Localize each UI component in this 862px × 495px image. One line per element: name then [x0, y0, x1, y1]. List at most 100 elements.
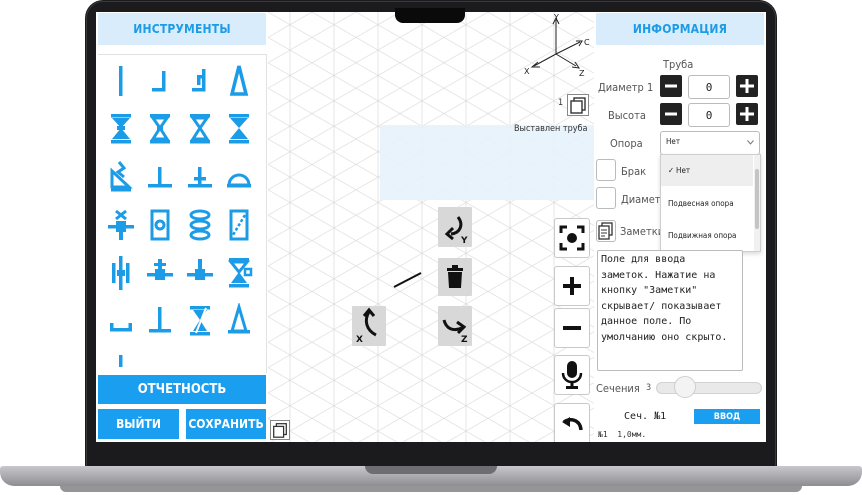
section-name: Сеч. №1: [624, 411, 667, 422]
plug-tool[interactable]: [107, 303, 135, 339]
plus-icon: [740, 107, 754, 121]
support-dropdown[interactable]: ✓ Нет Подвесная опора Подвижная опора: [660, 154, 761, 252]
pipe-short-tool[interactable]: [107, 351, 135, 373]
gate-valve-tool[interactable]: [146, 111, 174, 147]
plus-icon: [563, 277, 581, 295]
minus-icon: [563, 326, 581, 330]
diameter-increase-button[interactable]: [736, 75, 758, 97]
laptop-base-notch: [365, 466, 497, 474]
diameter-label: Диаметр 1: [598, 81, 654, 94]
copy-layer-button[interactable]: [270, 420, 290, 440]
reducer-tool[interactable]: [225, 63, 253, 99]
three-way-valve-tool[interactable]: [225, 255, 253, 291]
support-select[interactable]: Нет: [660, 131, 760, 155]
control-valve-tool[interactable]: [186, 303, 214, 339]
support-option-none[interactable]: ✓ Нет: [661, 155, 753, 186]
axis-gizmo: Y X Z C: [520, 12, 596, 82]
microphone-icon: [561, 361, 583, 389]
rotate-y-icon: Y: [444, 216, 468, 246]
tools-panel: ИНСТРУМЕНТЫ ОТЧЕТНОСТЬ ВЫЙТИ СОХРАНИТЬ: [96, 12, 268, 442]
support-select-value: Нет: [666, 137, 681, 146]
checkmark-icon: ✓: [668, 166, 675, 175]
drawing-canvas[interactable]: Y X Z C 1 Выставлен труба Y X Z: [268, 12, 596, 442]
support-tool[interactable]: [146, 303, 174, 339]
support-label: Опора: [610, 137, 643, 150]
diameter-decrease-button[interactable]: [660, 75, 682, 97]
notes-textarea[interactable]: Поле для ввода заметок. Нажатие на кнопк…: [597, 250, 743, 371]
sections-slider[interactable]: [656, 382, 762, 394]
enter-button[interactable]: ВВОД: [694, 409, 760, 424]
focus-button[interactable]: [554, 218, 590, 258]
cone-reducer-tool[interactable]: [225, 301, 253, 339]
undo-icon: [562, 417, 583, 431]
info-header: ИНФОРМАЦИЯ: [596, 13, 764, 45]
filter-tool[interactable]: [225, 207, 253, 243]
notes-toggle-button[interactable]: [596, 220, 616, 242]
section-info: №1 1,0мм.: [598, 430, 647, 439]
tools-header: ИНСТРУМЕНТЫ: [98, 13, 266, 45]
defect-label: Брак: [621, 165, 647, 178]
laptop-base-shadow: [60, 486, 802, 492]
save-button[interactable]: СОХРАНИТЬ: [186, 409, 266, 439]
tee-tool[interactable]: [146, 159, 174, 195]
dropdown-scroll-thumb[interactable]: [755, 169, 759, 229]
diameter-input[interactable]: 0: [688, 75, 730, 99]
diameter2-checkbox[interactable]: [596, 187, 616, 209]
plus-icon: [740, 79, 754, 93]
axis-z-label: Z: [579, 69, 585, 78]
offset-elbow-tool[interactable]: [186, 63, 214, 99]
axis-c-label: C: [584, 38, 590, 47]
drain-valve-tool[interactable]: [107, 207, 135, 243]
rotate-z-icon: Z: [442, 319, 468, 345]
safety-valve-tool[interactable]: [107, 159, 135, 195]
check-valve-tool[interactable]: [186, 111, 214, 147]
layers-button[interactable]: [567, 94, 589, 116]
sensor-tool[interactable]: [146, 207, 174, 243]
zoom-out-button[interactable]: [554, 308, 590, 348]
notes-label: Заметки: [620, 225, 665, 238]
notes-icon: [598, 222, 613, 240]
rotate-x-icon: X: [356, 307, 377, 345]
sections-slider-thumb[interactable]: [674, 376, 696, 398]
minus-icon: [665, 112, 677, 116]
defect-checkbox[interactable]: [596, 159, 616, 181]
layer-number: 1: [558, 98, 564, 108]
rotate-x-button[interactable]: X: [352, 306, 386, 346]
svg-text:X: X: [356, 335, 363, 345]
rotate-z-button[interactable]: Z: [438, 306, 472, 346]
axis-x-label: X: [524, 67, 530, 76]
undo-button[interactable]: [554, 403, 590, 442]
height-label: Высота: [608, 109, 646, 122]
height-increase-button[interactable]: [736, 103, 758, 125]
height-decrease-button[interactable]: [660, 103, 682, 125]
delete-button[interactable]: [438, 258, 472, 296]
voice-input-button[interactable]: [554, 355, 590, 395]
elbow-tool[interactable]: [146, 63, 174, 99]
check-valve-inline-tool[interactable]: [146, 255, 174, 291]
zoom-in-button[interactable]: [554, 266, 590, 306]
support-option-sliding[interactable]: Подвижная опора: [661, 219, 753, 251]
status-text: Выставлен труба: [514, 124, 588, 134]
tools-grid: [98, 54, 267, 373]
svg-text:Z: Z: [461, 335, 468, 345]
branch-tool[interactable]: [186, 255, 214, 291]
compensator-tool[interactable]: [186, 207, 214, 243]
exit-button[interactable]: ВЫЙТИ: [98, 409, 179, 439]
flange-pair-tool[interactable]: [107, 255, 135, 291]
focus-icon: [559, 225, 585, 251]
cap-tool[interactable]: [225, 159, 253, 195]
dropdown-scrollbar[interactable]: [754, 155, 760, 251]
support-option-hanging[interactable]: Подвесная опора: [661, 187, 753, 219]
layers-icon: [273, 423, 287, 438]
layers-icon: [570, 97, 586, 114]
butterfly-valve-tool[interactable]: [225, 111, 253, 147]
height-input[interactable]: 0: [688, 103, 730, 127]
app-screen: ИНСТРУМЕНТЫ ОТЧЕТНОСТЬ ВЫЙТИ СОХРАНИТЬ Y…: [96, 12, 766, 442]
report-button[interactable]: ОТЧЕТНОСТЬ: [98, 375, 266, 404]
rotate-y-button[interactable]: Y: [438, 207, 472, 247]
tee-flanged-tool[interactable]: [186, 159, 214, 195]
selection-area: [380, 125, 596, 200]
valve-tool[interactable]: [107, 111, 135, 147]
pipe-straight-tool[interactable]: [107, 63, 135, 99]
minus-icon: [665, 84, 677, 88]
